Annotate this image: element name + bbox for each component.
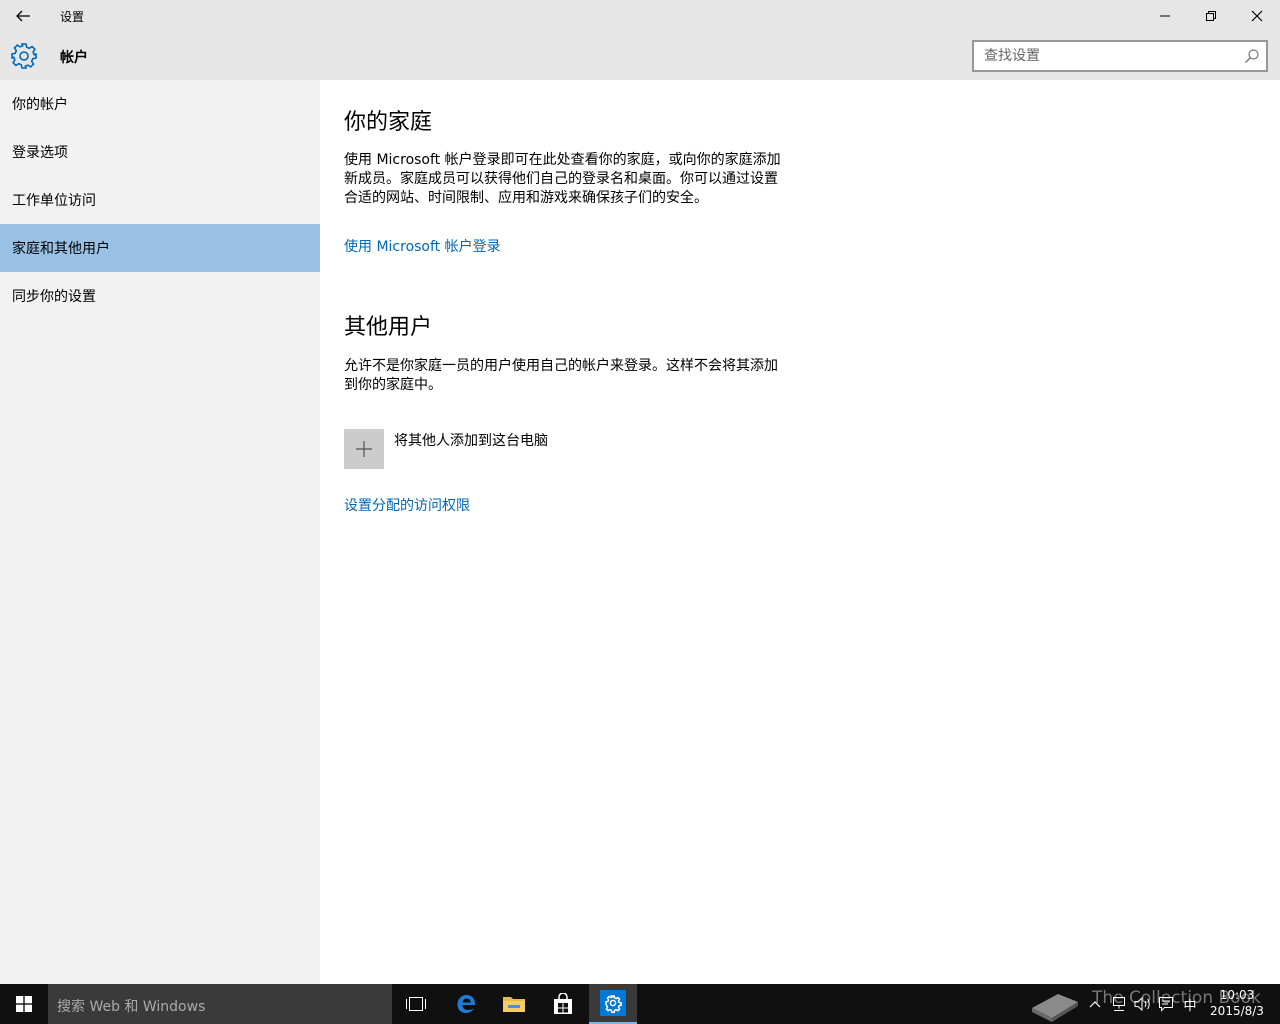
start-button[interactable]	[0, 984, 48, 1024]
sidebar-item-sync-settings[interactable]: 同步你的设置	[0, 272, 320, 320]
minimize-icon	[1160, 15, 1170, 17]
family-description: 使用 Microsoft 帐户登录即可在此处查看你的家庭，或向你的家庭添加新成员…	[344, 152, 781, 206]
store-button[interactable]	[539, 984, 587, 1024]
edge-button[interactable]	[442, 984, 490, 1024]
book-icon	[1032, 994, 1078, 1022]
edge-icon	[457, 995, 475, 1013]
family-section-title: 你的家庭	[344, 110, 433, 135]
clock-time: 10:03	[1219, 988, 1255, 1002]
network-icon	[1113, 997, 1125, 1011]
microsoft-account-signin-link[interactable]: 使用 Microsoft 帐户登录	[344, 236, 501, 256]
restore-button[interactable]	[1188, 0, 1234, 32]
action-center-icon	[1159, 997, 1173, 1012]
add-user-label[interactable]: 将其他人添加到这台电脑	[394, 430, 548, 450]
sidebar: 你的帐户 登录选项 工作单位访问 家庭和其他用户 同步你的设置	[0, 80, 320, 984]
minimize-button[interactable]	[1142, 0, 1188, 32]
action-center-button[interactable]	[1156, 984, 1176, 1024]
watermark: The Collection Book	[1028, 984, 1261, 1024]
windows-logo-icon	[16, 996, 32, 1012]
network-button[interactable]	[1108, 984, 1130, 1024]
sidebar-item-work-access[interactable]: 工作单位访问	[0, 176, 320, 224]
taskbar-search-box[interactable]: 搜索 Web 和 Windows	[48, 984, 392, 1024]
sidebar-item-your-account[interactable]: 你的帐户	[0, 80, 320, 128]
back-button[interactable]	[0, 0, 46, 32]
other-users-description: 允许不是你家庭一员的用户使用自己的帐户来登录。这样不会将其添加到你的家庭中。	[344, 358, 778, 393]
input-method-indicator[interactable]: 中	[1180, 984, 1200, 1024]
gear-icon	[11, 43, 37, 69]
back-arrow-icon	[16, 10, 30, 22]
file-explorer-button[interactable]	[490, 984, 538, 1024]
settings-taskbar-button[interactable]	[589, 984, 637, 1024]
assigned-access-link[interactable]: 设置分配的访问权限	[344, 495, 470, 515]
taskbar-search-text: 搜索 Web 和 Windows	[57, 999, 206, 1015]
restore-icon	[1206, 11, 1216, 21]
taskbar: 搜索 Web 和 Windows The Collection Book 中 1…	[0, 984, 1280, 1024]
page-title: 帐户	[60, 50, 88, 66]
sidebar-item-family-other-users[interactable]: 家庭和其他用户	[0, 224, 320, 272]
task-view-button[interactable]	[392, 984, 440, 1024]
settings-icon	[600, 990, 626, 1016]
page-header: 帐户	[0, 32, 1280, 80]
show-hidden-icons-button[interactable]	[1086, 984, 1104, 1024]
title-bar: 设置	[0, 0, 1280, 32]
volume-button[interactable]	[1132, 984, 1152, 1024]
add-user-button[interactable]	[344, 429, 384, 469]
main-content: 你的家庭 使用 Microsoft 帐户登录即可在此处查看你的家庭，或向你的家庭…	[320, 80, 1280, 984]
search-input[interactable]	[974, 42, 1236, 70]
search-icon[interactable]	[1244, 48, 1260, 64]
plus-icon	[356, 441, 372, 457]
window-title: 设置	[60, 10, 85, 24]
file-explorer-icon	[503, 997, 525, 1012]
system-clock[interactable]: 10:03 2015/8/3	[1204, 987, 1270, 1019]
chevron-up-icon	[1089, 1001, 1101, 1008]
other-users-section-title: 其他用户	[344, 315, 433, 340]
close-icon	[1251, 10, 1263, 22]
volume-icon	[1134, 996, 1150, 1012]
close-button[interactable]	[1234, 0, 1280, 32]
store-icon	[554, 993, 572, 1014]
sidebar-item-sign-in-options[interactable]: 登录选项	[0, 128, 320, 176]
task-view-icon	[406, 997, 426, 1011]
clock-date: 2015/8/3	[1210, 1004, 1264, 1018]
search-box[interactable]	[972, 40, 1268, 72]
